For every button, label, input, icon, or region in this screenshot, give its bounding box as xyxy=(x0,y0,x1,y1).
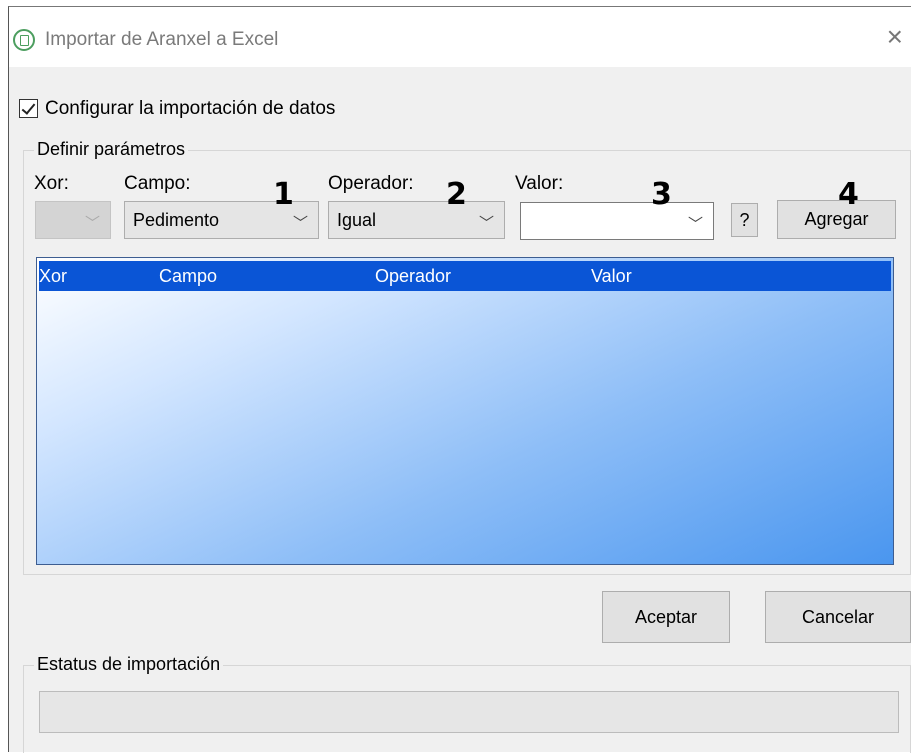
annotation-2: 2 xyxy=(446,177,467,212)
configure-import-label: Configurar la importación de datos xyxy=(45,98,336,119)
campo-select-value: Pedimento xyxy=(133,210,220,230)
column-header-campo[interactable]: Campo xyxy=(159,266,217,287)
operador-select-value: Igual xyxy=(337,210,377,230)
valor-combobox[interactable]: ﹀ xyxy=(520,202,714,240)
chevron-down-icon: ﹀ xyxy=(292,215,308,232)
operador-label: Operador: xyxy=(328,173,414,194)
xor-label: Xor: xyxy=(34,173,69,194)
chevron-down-icon: ﹀ xyxy=(84,215,100,232)
annotation-3: 3 xyxy=(651,177,672,212)
status-group-title: Estatus de importación xyxy=(34,654,224,675)
annotation-4: 4 xyxy=(838,177,859,212)
close-icon[interactable]: × xyxy=(887,23,903,51)
help-button[interactable]: ? xyxy=(731,203,758,237)
checkmark-icon xyxy=(21,100,36,115)
add-button[interactable]: Agregar xyxy=(777,200,896,239)
campo-label: Campo: xyxy=(124,173,191,194)
chevron-down-icon: ﹀ xyxy=(478,215,494,232)
xor-select[interactable]: ﹀ xyxy=(35,201,111,239)
spreadsheet-app-icon xyxy=(13,29,35,51)
window-title: Importar de Aranxel a Excel xyxy=(45,29,279,50)
configure-import-checkbox[interactable] xyxy=(19,99,38,118)
column-header-operador[interactable]: Operador xyxy=(375,266,451,287)
title-bar: Importar de Aranxel a Excel × xyxy=(9,7,911,67)
criteria-list-header: Xor Campo Operador Valor xyxy=(39,261,891,291)
import-progress-bar xyxy=(39,691,899,733)
import-dialog: Importar de Aranxel a Excel × Configurar… xyxy=(8,6,911,753)
column-header-xor[interactable]: Xor xyxy=(39,266,67,287)
annotation-1: 1 xyxy=(273,177,294,212)
accept-button[interactable]: Aceptar xyxy=(602,591,730,643)
chevron-down-icon: ﹀ xyxy=(687,216,703,233)
valor-label: Valor: xyxy=(515,173,564,194)
criteria-list[interactable]: Xor Campo Operador Valor xyxy=(36,257,894,565)
column-header-valor[interactable]: Valor xyxy=(591,266,632,287)
operador-select[interactable]: Igual ﹀ xyxy=(328,201,505,239)
cancel-button[interactable]: Cancelar xyxy=(765,591,911,643)
parameters-group-title: Definir parámetros xyxy=(34,139,189,160)
